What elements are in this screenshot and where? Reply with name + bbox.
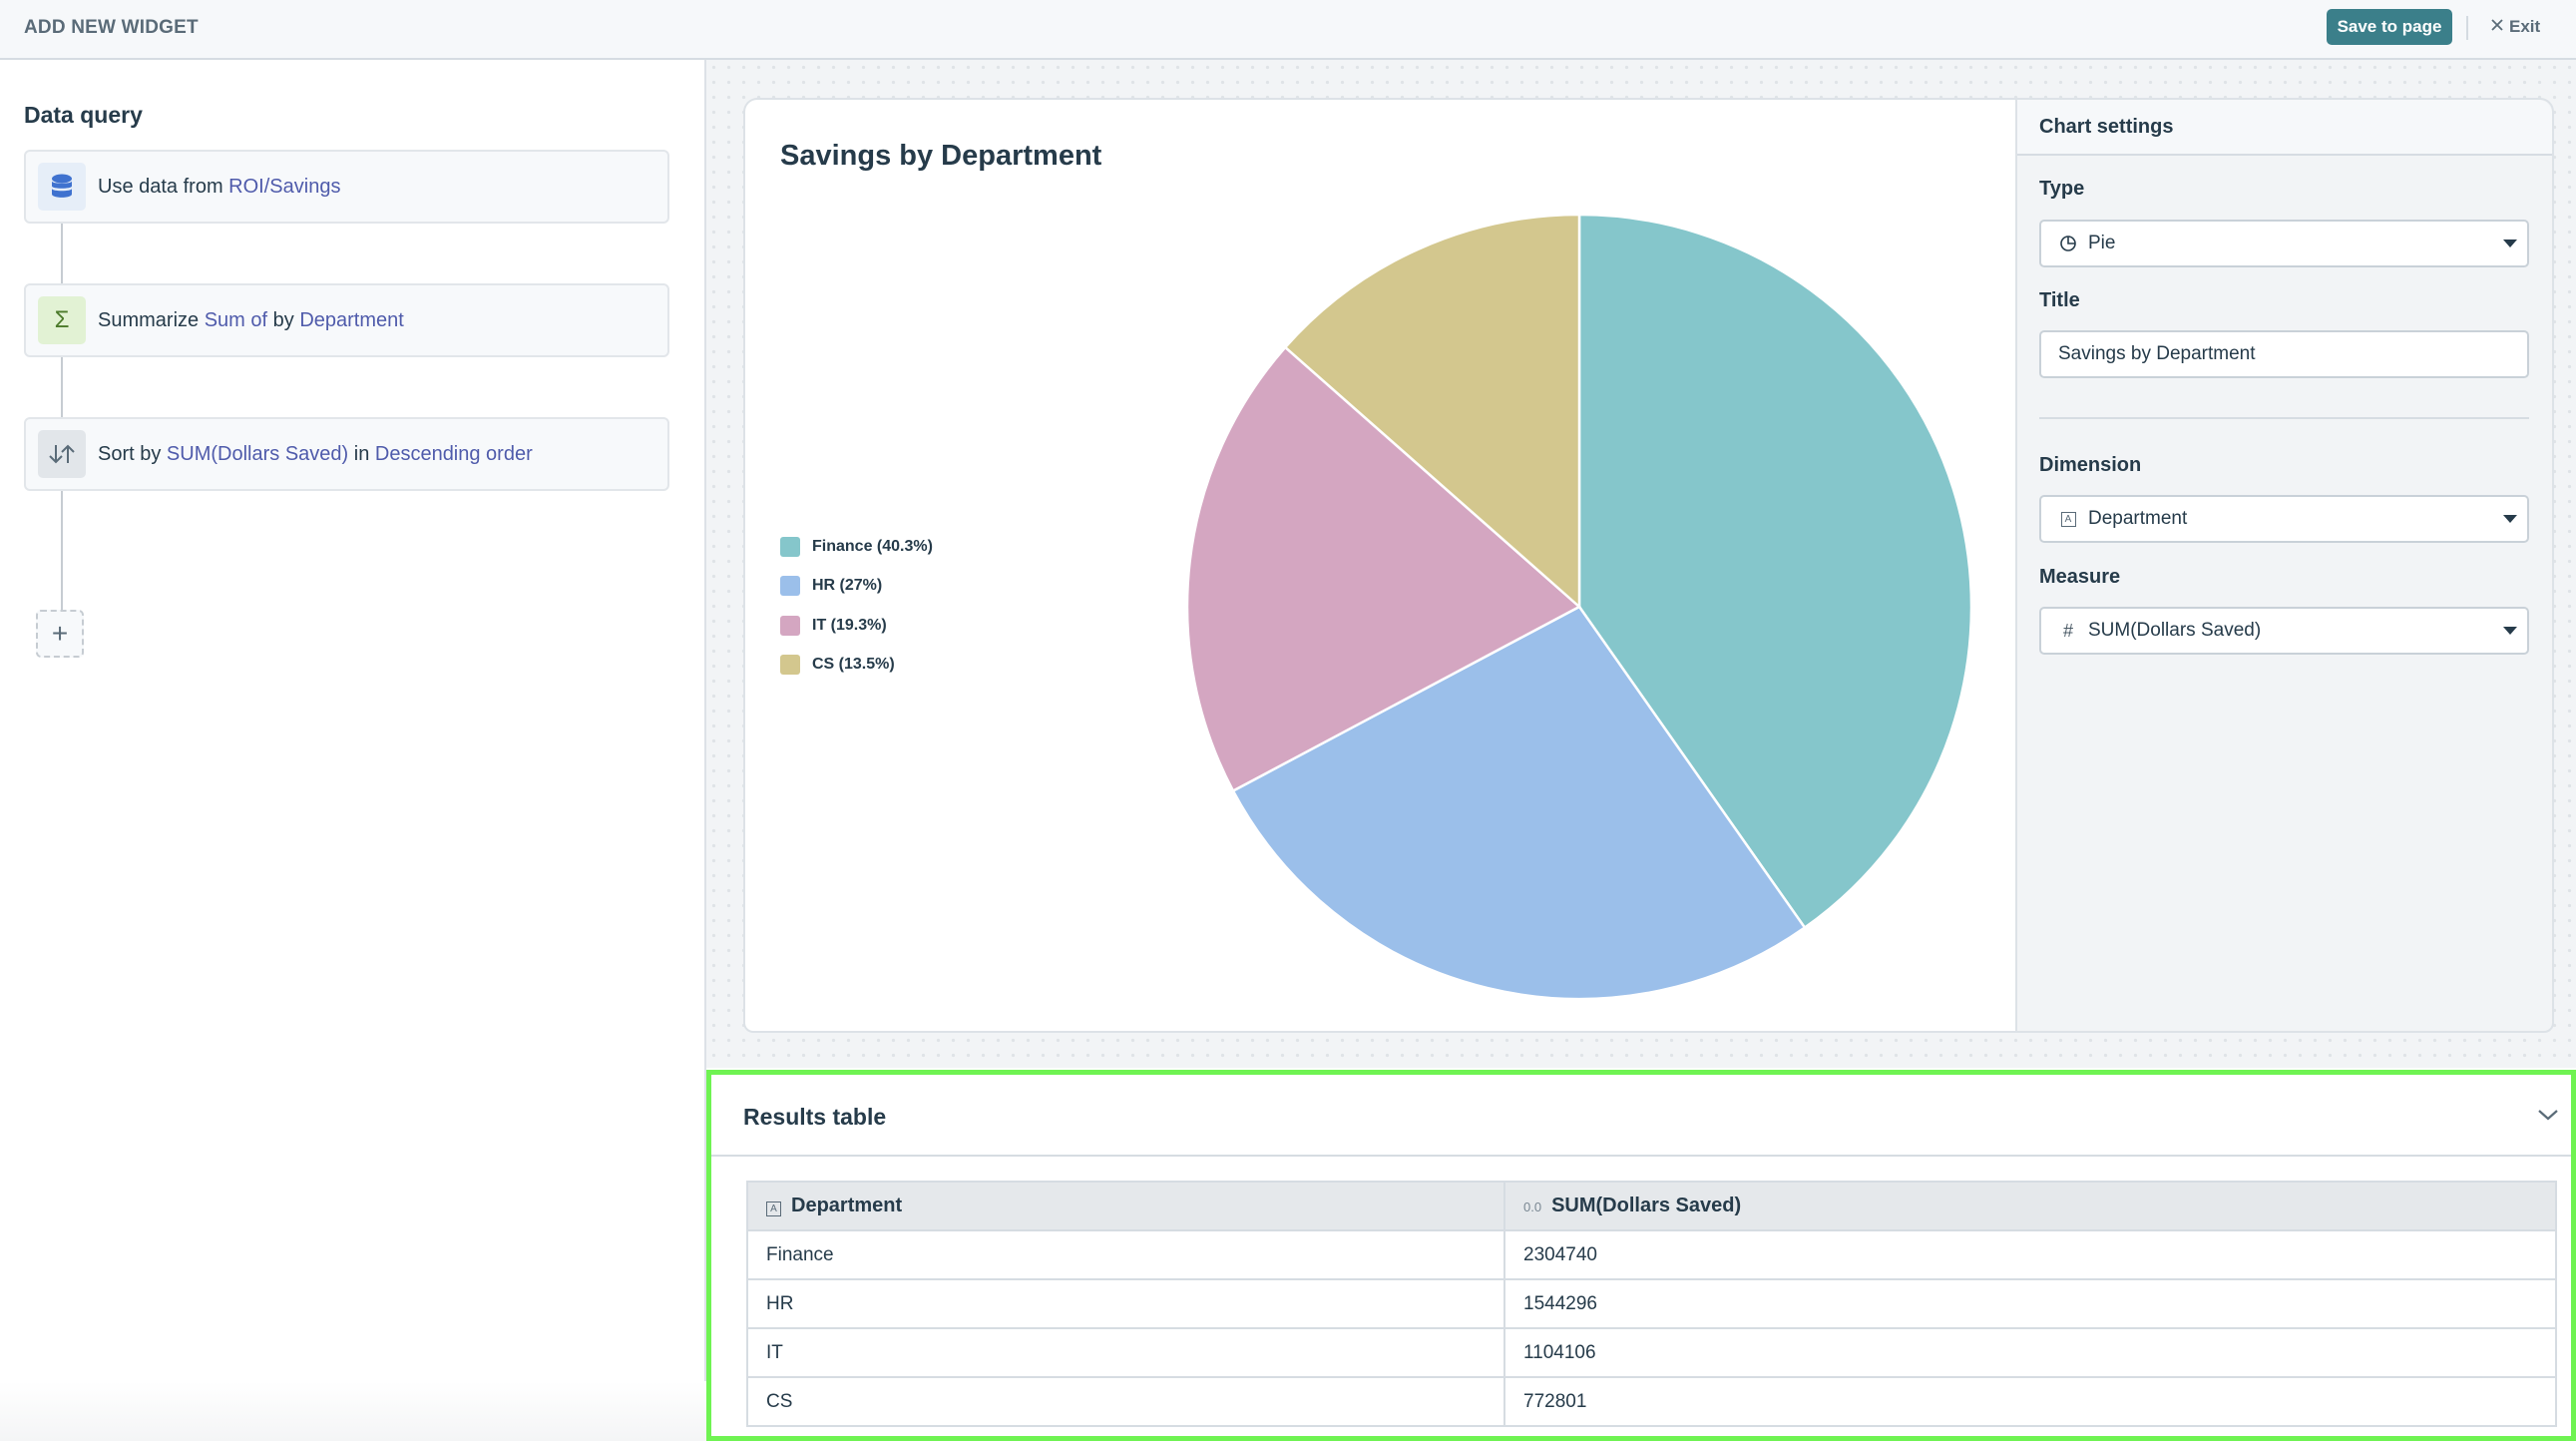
chart-settings-panel: Chart settings Type Pie Title Dimension …	[2015, 98, 2554, 1033]
plus-icon: +	[51, 618, 69, 649]
column-label: Department	[791, 1194, 903, 1216]
collapse-button[interactable]	[2533, 1103, 2563, 1127]
results-title: Results table	[743, 1104, 887, 1130]
column-label: SUM(Dollars Saved)	[1551, 1195, 1742, 1216]
results-header: Results table	[711, 1075, 2571, 1157]
close-icon	[2490, 17, 2504, 37]
dataset-link[interactable]: ROI/Savings	[228, 176, 340, 198]
table-header-row: A Department 0.0 SUM(Dollars Saved)	[746, 1181, 2557, 1231]
chart-preview-card: Savings by Department Finance (40.3%) HR …	[743, 98, 2015, 1033]
pie-chart-icon	[2058, 235, 2078, 252]
chevron-down-icon	[2503, 627, 2517, 635]
settings-divider	[2039, 417, 2529, 419]
cell-value: 772801	[1503, 1376, 2557, 1427]
step-connector	[61, 224, 63, 283]
legend-label: Finance (40.3%)	[812, 537, 933, 555]
query-step-summarize[interactable]: Σ Summarize Sum of by Department	[24, 283, 669, 357]
header-divider	[2466, 16, 2468, 40]
step-connector	[61, 357, 63, 417]
cell-department: CS	[746, 1376, 1505, 1427]
measure-value: SUM(Dollars Saved)	[2088, 620, 2262, 641]
chevron-down-icon	[2538, 1110, 2558, 1121]
table-row: IT 1104106	[746, 1327, 2557, 1378]
column-header-sum[interactable]: 0.0 SUM(Dollars Saved)	[1503, 1181, 2557, 1231]
step-text-part: by	[267, 308, 300, 331]
step-text: Use data from ROI/Savings	[98, 176, 340, 199]
save-to-page-button[interactable]: Save to page	[2327, 9, 2452, 45]
step-text: Summarize Sum of by Department	[98, 309, 404, 332]
table-row: CS 772801	[746, 1376, 2557, 1427]
cell-department: Finance	[746, 1229, 1505, 1280]
legend-swatch	[780, 536, 800, 557]
chevron-down-icon	[2503, 515, 2517, 523]
legend-label: HR (27%)	[812, 577, 883, 595]
pie-chart	[1185, 213, 1973, 1001]
legend-item-finance[interactable]: Finance (40.3%)	[780, 527, 933, 567]
number-field-icon: 0.0	[1523, 1200, 1542, 1214]
table-row: Finance 2304740	[746, 1229, 2557, 1280]
legend-item-cs[interactable]: CS (13.5%)	[780, 646, 933, 686]
exit-label: Exit	[2509, 17, 2541, 36]
text-field-icon: A	[766, 1195, 781, 1217]
aggregation-link[interactable]: Sum of	[205, 309, 267, 331]
cell-department: IT	[746, 1327, 1505, 1378]
data-query-panel: Data query Use data from ROI/Savings Σ S…	[0, 60, 706, 1441]
cell-value: 2304740	[1503, 1229, 2557, 1280]
sort-field-link[interactable]: SUM(Dollars Saved)	[167, 443, 348, 465]
chevron-down-icon	[2503, 240, 2517, 247]
title-label: Title	[2039, 289, 2080, 311]
panel-fade	[0, 1381, 706, 1441]
exit-button[interactable]: Exit	[2490, 13, 2540, 41]
add-step-button[interactable]: +	[36, 610, 84, 658]
cell-value: 1544296	[1503, 1278, 2557, 1329]
dimension-value: Department	[2088, 508, 2188, 529]
cell-value: 1104106	[1503, 1327, 2557, 1378]
chart-legend: Finance (40.3%) HR (27%) IT (19.3%) CS (13.…	[780, 527, 933, 685]
query-step-sort[interactable]: Sort by SUM(Dollars Saved) in Descending…	[24, 417, 669, 491]
query-step-source[interactable]: Use data from ROI/Savings	[24, 150, 669, 224]
type-label: Type	[2039, 178, 2085, 200]
cell-department: HR	[746, 1278, 1505, 1329]
step-text: Sort by SUM(Dollars Saved) in Descending…	[98, 443, 533, 466]
dimension-select[interactable]: A Department	[2039, 495, 2529, 543]
legend-swatch	[780, 615, 800, 636]
step-text-part: Summarize	[98, 308, 205, 331]
hash-icon: #	[2062, 620, 2073, 641]
legend-label: IT (19.3%)	[812, 616, 887, 634]
dimension-label: Dimension	[2039, 454, 2142, 476]
page-title: ADD NEW WIDGET	[24, 17, 199, 38]
text-field-icon: A	[2058, 511, 2078, 527]
top-bar: ADD NEW WIDGET Save to page Exit	[0, 0, 2576, 60]
legend-item-it[interactable]: IT (19.3%)	[780, 606, 933, 646]
step-text-part: Sort by	[98, 442, 167, 465]
legend-swatch	[780, 576, 800, 597]
step-text-part: Use data from	[98, 175, 229, 198]
chart-type-select[interactable]: Pie	[2039, 220, 2529, 267]
chart-type-value: Pie	[2088, 233, 2116, 253]
legend-label: CS (13.5%)	[812, 656, 895, 674]
measure-select[interactable]: # SUM(Dollars Saved)	[2039, 607, 2529, 655]
step-text-part: in	[348, 442, 375, 465]
results-table: A Department 0.0 SUM(Dollars Saved) Financ…	[746, 1181, 2557, 1427]
database-icon	[38, 163, 86, 211]
results-table-panel: Results table A Department 0.0 SUM(Dollars…	[706, 1070, 2576, 1441]
sort-order-link[interactable]: Descending order	[375, 443, 533, 465]
legend-item-hr[interactable]: HR (27%)	[780, 567, 933, 607]
column-header-department[interactable]: A Department	[746, 1181, 1505, 1231]
data-query-title: Data query	[24, 102, 143, 128]
chart-settings-title: Chart settings	[2017, 100, 2552, 156]
chart-title-input[interactable]	[2039, 330, 2529, 378]
legend-swatch	[780, 655, 800, 676]
group-by-link[interactable]: Department	[299, 309, 404, 331]
table-row: HR 1544296	[746, 1278, 2557, 1329]
measure-label: Measure	[2039, 566, 2121, 588]
sort-icon	[38, 430, 86, 478]
sigma-icon: Σ	[38, 296, 86, 344]
step-connector	[61, 491, 63, 611]
